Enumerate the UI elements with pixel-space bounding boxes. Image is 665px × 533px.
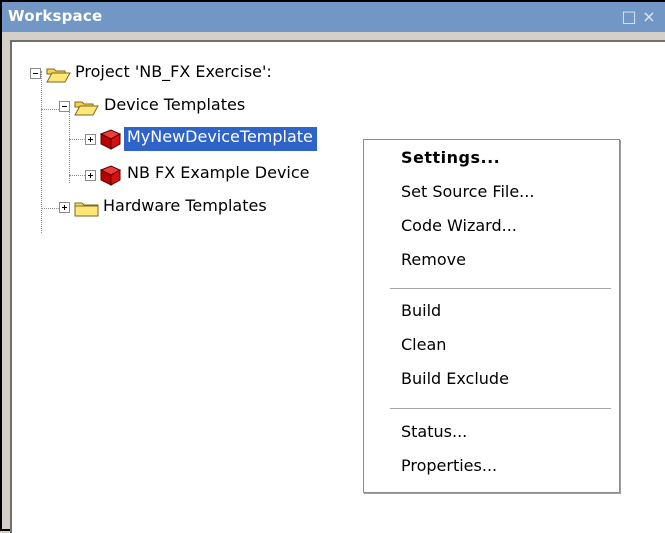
tree-node-my-new-device-template[interactable]: MyNewDeviceTemplate bbox=[85, 127, 375, 151]
settings-menu-item[interactable]: Settings... bbox=[401, 148, 500, 176]
device-templates-label: Device Templates bbox=[104, 95, 246, 114]
tree-node-hardware-templates[interactable]: Hardware Templates bbox=[56, 196, 356, 220]
context-menu: Settings... Set Source File... Code Wiza… bbox=[363, 139, 620, 493]
collapse-icon[interactable] bbox=[30, 68, 41, 79]
code-wizard-menu-item[interactable]: Code Wizard... bbox=[401, 216, 517, 244]
menu-separator bbox=[390, 288, 611, 289]
tree-item-label: MyNewDeviceTemplate bbox=[124, 127, 317, 151]
status-menu-item[interactable]: Status... bbox=[401, 422, 467, 450]
tree-node-device-templates[interactable]: Device Templates bbox=[56, 95, 356, 119]
clean-menu-item[interactable]: Clean bbox=[401, 335, 446, 363]
workspace-window: Workspace □ × Project 'NB_FX Exercise': … bbox=[0, 0, 665, 533]
restore-button[interactable]: □ bbox=[619, 6, 639, 26]
window-titlebar: Workspace □ × bbox=[2, 2, 665, 32]
close-button[interactable]: × bbox=[639, 6, 659, 26]
build-menu-item[interactable]: Build bbox=[401, 301, 441, 329]
window-title: Workspace bbox=[8, 7, 103, 25]
folder-icon bbox=[74, 202, 99, 217]
open-folder-icon bbox=[46, 68, 71, 83]
expand-icon[interactable] bbox=[59, 202, 70, 213]
hardware-templates-label: Hardware Templates bbox=[103, 196, 267, 215]
build-exclude-menu-item[interactable]: Build Exclude bbox=[401, 369, 509, 397]
device-icon bbox=[99, 129, 122, 150]
remove-menu-item[interactable]: Remove bbox=[401, 250, 466, 278]
open-folder-icon bbox=[74, 101, 99, 116]
collapse-icon[interactable] bbox=[59, 101, 70, 112]
device-icon bbox=[99, 165, 122, 186]
properties-menu-item[interactable]: Properties... bbox=[401, 456, 497, 484]
tree-node-project[interactable]: Project 'NB_FX Exercise': bbox=[28, 62, 368, 86]
menu-separator bbox=[390, 408, 611, 409]
expand-icon[interactable] bbox=[85, 170, 96, 181]
tree-node-example-device[interactable]: NB FX Example Device bbox=[85, 163, 385, 187]
tree-item-label: NB FX Example Device bbox=[127, 163, 310, 182]
expand-icon[interactable] bbox=[85, 134, 96, 145]
set-source-file-menu-item[interactable]: Set Source File... bbox=[401, 182, 534, 210]
project-label: Project 'NB_FX Exercise': bbox=[75, 62, 272, 81]
